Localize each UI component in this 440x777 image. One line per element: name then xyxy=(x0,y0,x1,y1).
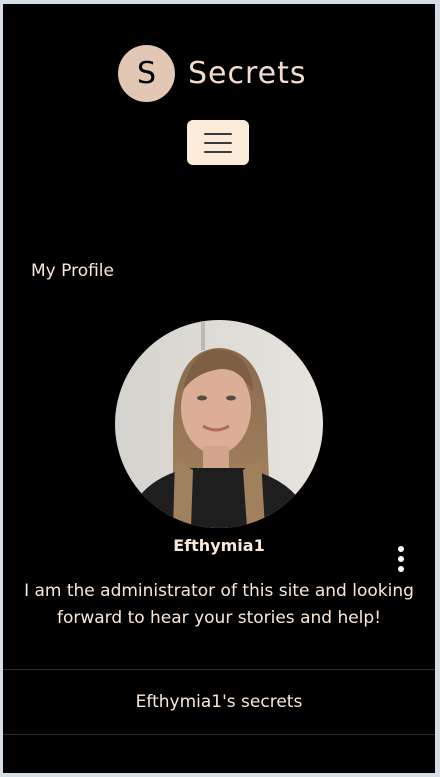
user-secrets-link[interactable]: Efthymia1's secrets xyxy=(3,670,435,734)
more-vertical-icon xyxy=(398,556,404,562)
more-options-button[interactable] xyxy=(391,544,411,574)
brand-home-link[interactable]: S Secrets xyxy=(118,43,307,103)
brand-name: Secrets xyxy=(188,55,307,91)
more-vertical-icon xyxy=(398,546,404,552)
profile-photo xyxy=(115,320,323,528)
hamburger-menu-icon xyxy=(204,132,232,135)
profile-username: Efthymia1 xyxy=(173,536,265,555)
hamburger-menu-icon xyxy=(204,141,232,144)
profile-bio: I am the administrator of this site and … xyxy=(24,581,414,628)
avatar xyxy=(115,320,323,528)
hamburger-menu-button[interactable] xyxy=(187,120,249,165)
divider xyxy=(3,734,435,735)
more-vertical-icon xyxy=(398,566,404,572)
brand-logo-letter: S xyxy=(136,55,157,91)
page-title: My Profile xyxy=(31,261,114,281)
app-screen: S Secrets My Profile Efthymia1 I am the … xyxy=(3,4,435,773)
brand-logo: S xyxy=(118,44,175,102)
hamburger-menu-icon xyxy=(204,150,232,153)
